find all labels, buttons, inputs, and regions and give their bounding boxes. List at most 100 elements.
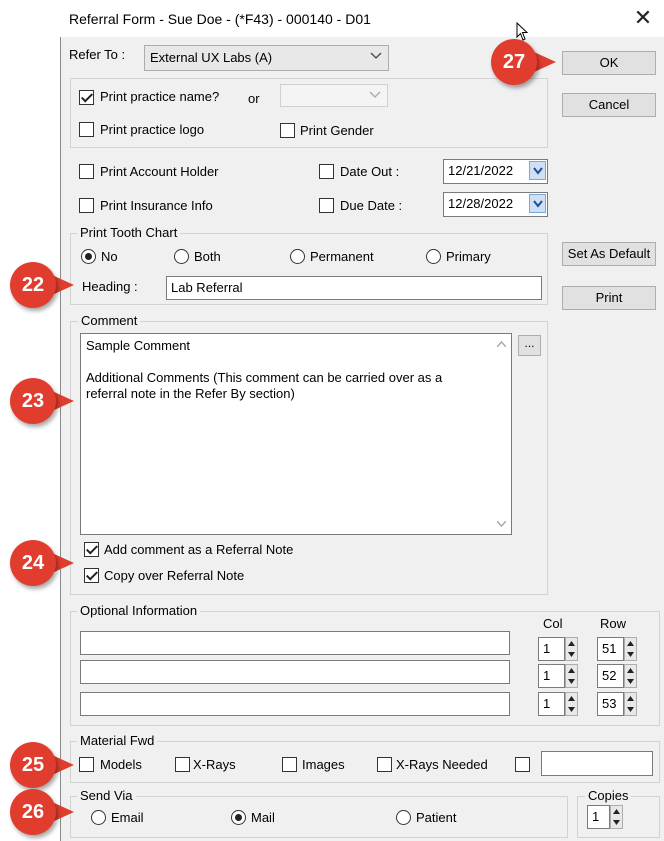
col-header: Col [543, 616, 563, 631]
x-rays-checkbox[interactable] [175, 757, 190, 772]
print-gender-label: Print Gender [300, 123, 374, 138]
images-checkbox[interactable] [282, 757, 297, 772]
chevron-down-icon [533, 200, 543, 208]
spin-down-icon[interactable] [625, 650, 636, 660]
calendar-dropdown-button[interactable] [529, 161, 546, 180]
spin-down-icon[interactable] [566, 705, 577, 715]
tooth-chart-both-radio[interactable] [174, 249, 189, 264]
scroll-up-icon[interactable] [497, 341, 506, 347]
comment-textarea[interactable]: Sample Comment Additional Comments (This… [80, 333, 512, 535]
optional-info-input-2[interactable] [80, 660, 510, 684]
row-input-1[interactable]: 51 [597, 637, 624, 661]
spin-up-icon[interactable] [566, 665, 577, 675]
col-input-3[interactable]: 1 [538, 692, 565, 716]
date-out-label: Date Out : [340, 164, 400, 179]
refer-to-combo[interactable]: External UX Labs (A) [144, 45, 389, 71]
print-practice-logo-checkbox[interactable] [79, 122, 94, 137]
copy-referral-note-label: Copy over Referral Note [104, 568, 245, 583]
date-out-picker[interactable]: 12/21/2022 [443, 159, 548, 184]
spin-up-icon[interactable] [625, 638, 636, 648]
send-via-legend: Send Via [77, 788, 136, 803]
send-via-group [70, 796, 568, 838]
tooth-chart-permanent-radio[interactable] [290, 249, 305, 264]
spin-down-icon[interactable] [611, 818, 622, 828]
comment-legend: Comment [78, 313, 141, 328]
spin-up-icon[interactable] [611, 806, 622, 816]
spin-down-icon[interactable] [625, 677, 636, 687]
date-out-value: 12/21/2022 [448, 163, 514, 178]
send-via-mail-radio[interactable] [231, 810, 246, 825]
row-input-3[interactable]: 53 [597, 692, 624, 716]
print-practice-name-checkbox[interactable] [79, 90, 94, 105]
models-label: Models [100, 757, 142, 772]
col-input-2[interactable]: 1 [538, 664, 565, 688]
row-spinner-2[interactable] [624, 664, 637, 688]
x-rays-needed-checkbox[interactable] [377, 757, 392, 772]
callout-22: 22 [10, 262, 56, 308]
col-spinner-1[interactable] [565, 637, 578, 661]
copies-spinner[interactable] [610, 805, 623, 829]
spin-up-icon[interactable] [566, 638, 577, 648]
tooth-chart-no-radio[interactable] [81, 249, 96, 264]
send-via-email-label: Email [111, 810, 144, 825]
tooth-chart-primary-radio[interactable] [426, 249, 441, 264]
row-spinner-1[interactable] [624, 637, 637, 661]
due-date-checkbox[interactable] [319, 198, 334, 213]
send-via-patient-radio[interactable] [396, 810, 411, 825]
spin-down-icon[interactable] [625, 705, 636, 715]
optional-info-legend: Optional Information [77, 603, 201, 618]
ok-button[interactable]: OK [562, 51, 656, 75]
spin-up-icon[interactable] [625, 693, 636, 703]
or-label: or [248, 91, 260, 106]
tooth-chart-no-label: No [101, 249, 118, 264]
practice-alt-combo[interactable] [280, 84, 388, 107]
set-as-default-button[interactable]: Set As Default [562, 242, 656, 266]
tooth-chart-permanent-label: Permanent [310, 249, 374, 264]
date-out-checkbox[interactable] [319, 164, 334, 179]
add-comment-note-label: Add comment as a Referral Note [104, 542, 294, 557]
col-spinner-2[interactable] [565, 664, 578, 688]
spin-up-icon[interactable] [625, 665, 636, 675]
copy-referral-note-checkbox[interactable] [84, 568, 99, 583]
row-spinner-3[interactable] [624, 692, 637, 716]
comment-scrollbar[interactable] [493, 335, 510, 533]
add-comment-note-checkbox[interactable] [84, 542, 99, 557]
spin-down-icon[interactable] [566, 677, 577, 687]
row-input-2[interactable]: 52 [597, 664, 624, 688]
heading-input[interactable]: Lab Referral [166, 276, 542, 300]
print-account-holder-label: Print Account Holder [100, 164, 219, 179]
col-spinner-3[interactable] [565, 692, 578, 716]
optional-info-input-1[interactable] [80, 631, 510, 655]
row-header: Row [600, 616, 627, 631]
optional-info-input-3[interactable] [80, 692, 510, 716]
print-gender-checkbox[interactable] [280, 123, 295, 138]
title-bar[interactable]: Referral Form - Sue Doe - (*F43) - 00014… [60, 0, 664, 41]
spin-down-icon[interactable] [566, 650, 577, 660]
print-button[interactable]: Print [562, 286, 656, 310]
send-via-email-radio[interactable] [91, 810, 106, 825]
due-date-value: 12/28/2022 [448, 196, 514, 211]
print-insurance-info-label: Print Insurance Info [100, 198, 213, 213]
calendar-dropdown-button[interactable] [529, 194, 546, 213]
models-checkbox[interactable] [79, 757, 94, 772]
close-icon[interactable]: ✕ [628, 6, 658, 30]
send-via-mail-label: Mail [251, 810, 275, 825]
col-input-1[interactable]: 1 [538, 637, 565, 661]
print-account-holder-checkbox[interactable] [79, 164, 94, 179]
callout-25: 25 [10, 742, 56, 788]
spin-up-icon[interactable] [566, 693, 577, 703]
print-insurance-info-checkbox[interactable] [79, 198, 94, 213]
cancel-button[interactable]: Cancel [562, 93, 656, 117]
scroll-down-icon[interactable] [497, 521, 506, 527]
other-material-checkbox[interactable] [515, 757, 530, 772]
comment-browse-button[interactable]: ... [518, 335, 541, 356]
callout-24: 24 [10, 540, 56, 586]
due-date-picker[interactable]: 12/28/2022 [443, 192, 548, 217]
print-practice-name-label: Print practice name? [100, 89, 220, 104]
chevron-down-icon [533, 167, 543, 175]
due-date-label: Due Date : [340, 198, 403, 213]
other-material-input[interactable] [541, 751, 653, 776]
copies-input[interactable]: 1 [587, 805, 610, 829]
callout-27: 27 [491, 39, 537, 85]
tooth-chart-primary-label: Primary [446, 249, 491, 264]
